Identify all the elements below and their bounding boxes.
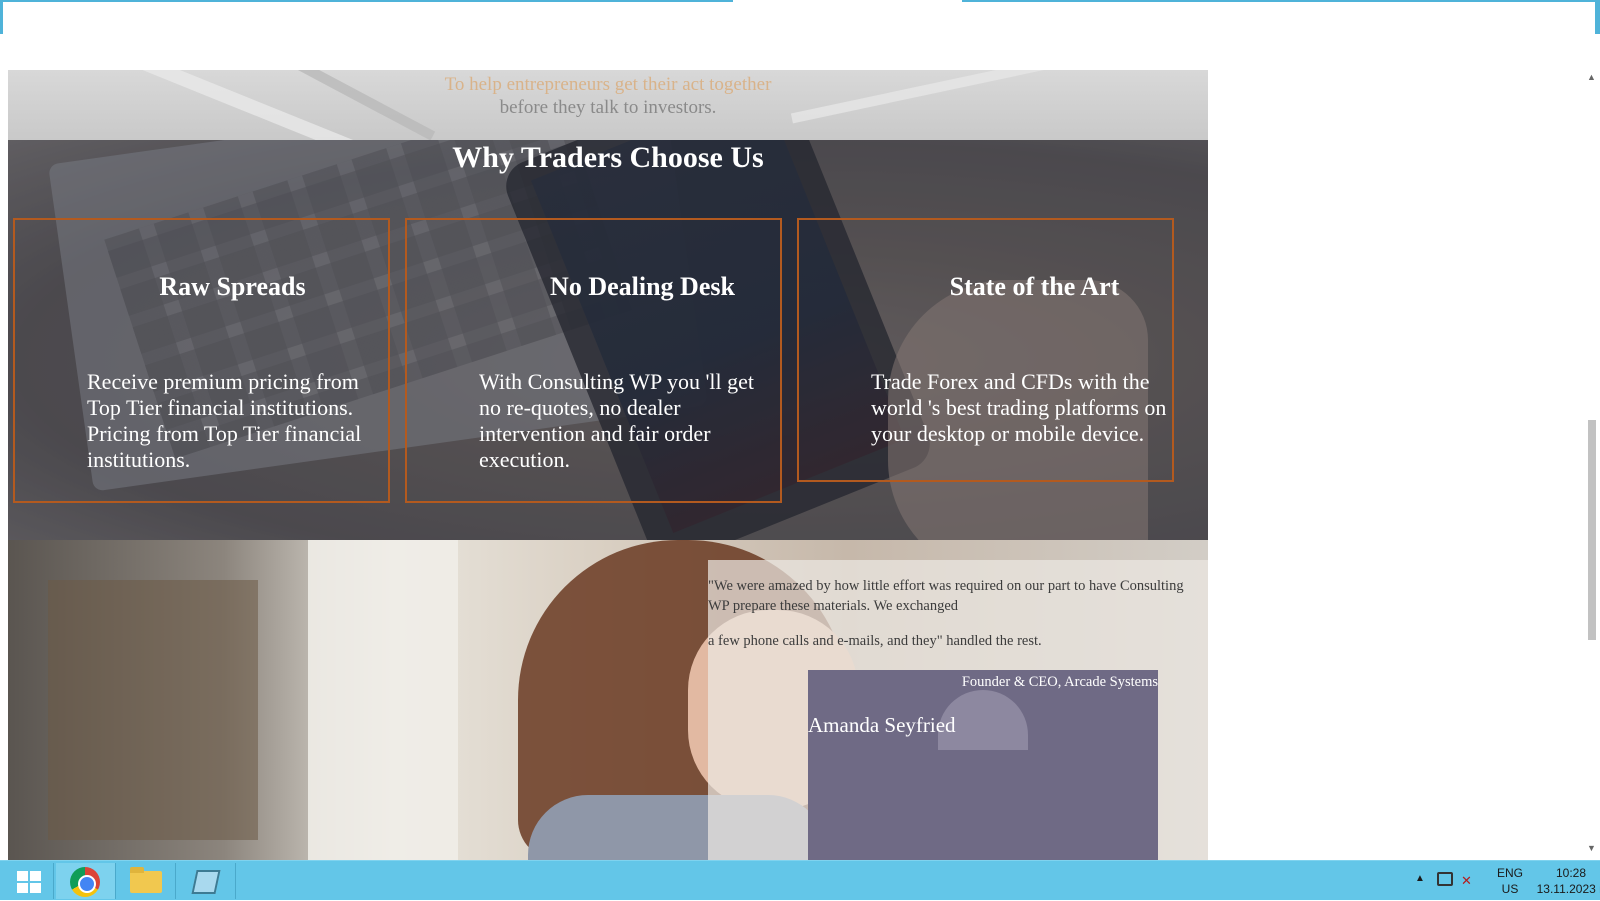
feature-card-title: Raw Spreads	[159, 272, 306, 301]
folder-icon	[130, 867, 162, 893]
language-code: ENG	[1496, 866, 1523, 880]
hero-section: To help entrepreneurs get their act toge…	[8, 70, 1208, 140]
browser-top-strip	[0, 0, 1600, 70]
keyboard-layout: US	[1501, 882, 1519, 896]
author-card: Founder & CEO, Arcade Systems Amanda Sey…	[808, 670, 1158, 860]
feature-card-title: No Dealing Desk	[550, 272, 735, 301]
volume-muted-icon[interactable]: ✕	[1461, 873, 1472, 889]
quote-part-2: a few phone calls and e-mails, and they"…	[708, 633, 1042, 649]
windows-logo-icon	[17, 871, 41, 893]
taskbar-file-explorer-button[interactable]	[116, 863, 176, 899]
scroll-up-icon[interactable]: ▲	[1587, 72, 1596, 82]
scroll-down-icon[interactable]: ▼	[1587, 843, 1596, 853]
notepad-icon	[191, 870, 221, 894]
taskbar-chrome-button[interactable]	[56, 863, 116, 899]
feature-card-text: With Consulting WP you 'll get no re-quo…	[479, 369, 755, 472]
clock-time: 10:28	[1555, 866, 1587, 880]
hero-subtitle-line-1: To help entrepreneurs get their act toge…	[444, 74, 772, 95]
window-edge-right	[1595, 0, 1600, 34]
windows-taskbar: ▲ ✕ ENG US 10:28 13.11.2023 г.	[0, 860, 1600, 900]
background-shelf	[48, 580, 258, 840]
clock-date: 13.11.2023 г.	[1536, 882, 1600, 896]
hero-subtitle-line-2: before they talk to investors.	[499, 97, 717, 118]
taskbar-notepad-button[interactable]	[176, 863, 236, 899]
author-name: Amanda Seyfried	[808, 713, 956, 737]
show-hidden-icons-icon[interactable]: ▲	[1415, 873, 1425, 884]
page-scrollbar[interactable]: ▲ ▼	[1583, 70, 1600, 860]
accent-line-right	[962, 0, 1600, 2]
chrome-icon	[70, 867, 100, 897]
network-icon[interactable]	[1437, 872, 1453, 886]
feature-card-no-dealing-desk: No Dealing Desk With Consulting WP you '…	[405, 218, 782, 503]
window-edge-left	[0, 0, 3, 34]
feature-card-text: Trade Forex and CFDs with the world 's b…	[871, 369, 1167, 446]
quote-part-1: "We were amazed by how little effort was…	[708, 578, 1184, 614]
feature-card-raw-spreads: Raw Spreads Receive premium pricing from…	[13, 218, 390, 503]
feature-card-text: Receive premium pricing from Top Tier fi…	[87, 369, 362, 472]
why-traders-section: Why Traders Choose Us Raw Spreads Receiv…	[8, 140, 1208, 540]
scrollbar-thumb[interactable]	[1588, 420, 1596, 640]
start-button[interactable]	[2, 863, 54, 899]
testimonial-quote: "We were amazed by how little effort was…	[708, 576, 1203, 651]
clock[interactable]: 10:28 13.11.2023 г.	[1532, 865, 1600, 897]
background-pillar	[308, 540, 458, 860]
section-title: Why Traders Choose Us	[452, 141, 764, 174]
feature-card-title: State of the Art	[949, 272, 1120, 301]
accent-line-left	[0, 0, 733, 2]
testimonial-section: "We were amazed by how little effort was…	[8, 540, 1208, 860]
feature-card-state-of-the-art: State of the Art Trade Forex and CFDs wi…	[797, 218, 1174, 482]
input-language[interactable]: ENG US	[1490, 865, 1530, 897]
hero-subtitle: To help entrepreneurs get their act toge…	[8, 73, 1208, 119]
author-role: Founder & CEO, Arcade Systems	[961, 674, 1158, 690]
